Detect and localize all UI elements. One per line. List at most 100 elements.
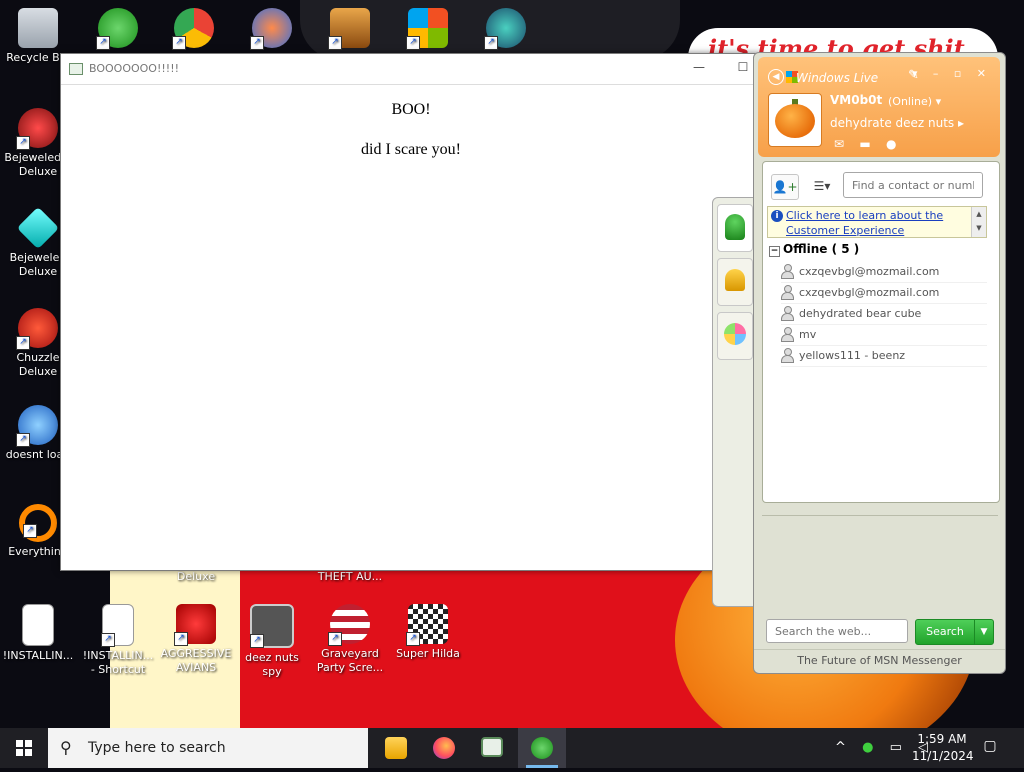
globe-icon[interactable]: ● xyxy=(886,137,896,151)
bird-icon: ↗ xyxy=(16,405,58,447)
start-button[interactable] xyxy=(0,728,48,768)
desktop-icon-character[interactable]: ↗ xyxy=(470,8,542,51)
desktop-icon-chrome[interactable]: ↗ xyxy=(158,8,230,51)
customer-experience-link[interactable]: Click here to learn about the Customer E… xyxy=(786,208,966,238)
personal-message-text: dehydrate deez nuts xyxy=(830,116,955,130)
boo-heading: BOO! xyxy=(391,101,431,118)
taskbar-clock[interactable]: 1:59 AM 11/1/2024 xyxy=(912,731,974,765)
network-icon[interactable]: ▭ xyxy=(890,740,908,755)
firefox-icon xyxy=(433,737,455,759)
desktop-icon-door[interactable]: ↗ xyxy=(314,8,386,51)
tab-spaces[interactable] xyxy=(717,312,753,360)
contact-item[interactable]: cxzqevbgl@mozmail.com xyxy=(781,283,987,304)
info-icon: i xyxy=(771,210,783,222)
diamond-icon xyxy=(16,206,60,250)
mail-icon[interactable]: ✉ xyxy=(834,137,844,151)
find-contact-input[interactable] xyxy=(843,172,983,198)
taskbar-search-box[interactable]: ⚲ Type here to search xyxy=(48,728,368,768)
personal-message[interactable]: dehydrate deez nuts ▸ xyxy=(830,116,964,130)
taskbar-file-explorer[interactable] xyxy=(372,728,420,768)
shortcut-arrow-icon: ↗ xyxy=(101,633,115,647)
messenger-tray-icon[interactable]: ● xyxy=(862,740,879,755)
offline-person-icon xyxy=(781,348,794,363)
shortcut-arrow-icon: ↗ xyxy=(172,36,186,50)
taskbar-firefox[interactable] xyxy=(420,728,468,768)
maximize-button[interactable]: ☐ xyxy=(733,60,753,78)
folder-icon[interactable]: ▬ xyxy=(859,137,870,151)
chevron-up-icon[interactable]: ^ xyxy=(835,740,852,755)
username[interactable]: VM0b0t xyxy=(830,93,882,107)
messenger-window[interactable]: ◀ Windows Live ✎ ▾ – ▫ ✕ VM0b0t (Online)… xyxy=(753,52,1006,674)
app-window-icon xyxy=(481,737,503,757)
chrome-icon: ↗ xyxy=(172,8,214,50)
clock-time: 1:59 AM xyxy=(917,732,967,746)
divider xyxy=(762,515,998,516)
desktop-icon-installing-shortcut[interactable]: ↗ !INSTALLIN... - Shortcut xyxy=(82,604,154,677)
contact-item[interactable]: yellows111 - beenz xyxy=(781,346,987,367)
tab-alerts[interactable] xyxy=(717,258,753,306)
character-icon: ↗ xyxy=(484,8,526,50)
window-titlebar[interactable]: BOOOOOOO!!!!! — ☐ xyxy=(61,54,761,85)
windows-logo-icon xyxy=(16,740,32,756)
view-options-button[interactable]: ☰▾ xyxy=(807,174,837,198)
status-selector[interactable]: (Online) ▾ xyxy=(888,95,941,108)
document-icon xyxy=(22,604,54,646)
magnifier-icon: ↗ xyxy=(19,504,57,542)
chuzzle-icon: ↗ xyxy=(16,308,58,350)
desktop-icon-label: Graveyard Party Scre... xyxy=(316,647,384,674)
tab-contacts[interactable] xyxy=(717,204,753,252)
contact-item[interactable]: cxzqevbgl@mozmail.com xyxy=(781,262,987,283)
contact-item[interactable]: dehydrated bear cube xyxy=(781,304,987,325)
desktop-icon-peggle[interactable]: ↗ xyxy=(236,8,308,51)
taskbar-app-window[interactable] xyxy=(468,728,516,768)
desktop-icon-label: !INSTALLIN... xyxy=(2,649,74,662)
pumpkin-avatar-icon xyxy=(775,104,815,138)
contact-name: yellows111 - beenz xyxy=(799,349,906,362)
shortcut-arrow-icon: ↗ xyxy=(23,524,37,538)
messenger-window-buttons[interactable]: ▾ – ▫ ✕ xyxy=(912,67,992,80)
display-picture[interactable] xyxy=(768,93,822,147)
windows-stack-icon: ↗ xyxy=(250,604,294,648)
boo-window[interactable]: BOOOOOOO!!!!! — ☐ BOO! did I scare you! xyxy=(60,53,762,571)
banner-scrollbar[interactable]: ▲ ▼ xyxy=(971,207,986,237)
shortcut-arrow-icon: ↗ xyxy=(96,36,110,50)
web-search-button[interactable]: Search xyxy=(915,619,975,645)
bejeweled-2-icon: ↗ xyxy=(16,108,58,150)
peggle-icon: ↗ xyxy=(250,8,292,50)
shortcut-arrow-icon: ↗ xyxy=(174,632,188,646)
offline-person-icon xyxy=(781,306,794,321)
desktop-icon-label: deez nuts spy xyxy=(245,651,299,678)
minimize-button[interactable]: — xyxy=(689,60,709,78)
folder-icon xyxy=(385,737,407,759)
collapse-icon[interactable]: − xyxy=(769,246,780,257)
search-dropdown-button[interactable]: ▼ xyxy=(974,619,994,645)
desktop-icon-label-deluxe: Deluxe xyxy=(160,570,232,584)
messenger-icon: ↗ xyxy=(96,8,138,50)
desktop-icon-label: Super Hilda xyxy=(396,647,460,660)
taskbar-messenger[interactable] xyxy=(518,728,566,768)
bell-icon xyxy=(725,269,745,291)
desktop-icon-installing[interactable]: !INSTALLIN... xyxy=(2,604,74,663)
back-icon[interactable]: ◀ xyxy=(768,69,784,85)
group-offline[interactable]: − Offline ( 5 ) xyxy=(769,242,859,257)
desktop-icon-messenger[interactable]: ↗ xyxy=(82,8,154,51)
voted-badge-icon: ↗ xyxy=(328,604,370,646)
desktop-icon-windows-shield[interactable]: ↗ xyxy=(392,8,464,51)
search-icon: ⚲ xyxy=(60,738,72,757)
desktop-icon-label: AGGRESSIVE AVIANS xyxy=(160,647,232,674)
contact-list-panel: 👤+ ☰▾ i Click here to learn about the Cu… xyxy=(762,161,1000,503)
contact-name: cxzqevbgl@mozmail.com xyxy=(799,265,940,278)
offline-person-icon xyxy=(781,327,794,342)
add-contact-button[interactable]: 👤+ xyxy=(771,174,799,200)
door-icon: ↗ xyxy=(328,8,370,50)
desktop-icon-super-hilda[interactable]: ↗ Super Hilda xyxy=(392,604,464,661)
shortcut-arrow-icon: ↗ xyxy=(406,632,420,646)
notification-icon[interactable]: ▢ xyxy=(980,738,1000,756)
web-search-input[interactable] xyxy=(766,619,908,643)
contact-item[interactable]: mv xyxy=(781,325,987,346)
desktop-icon-deez-nuts-spy[interactable]: ↗ deez nuts spy xyxy=(236,604,308,679)
desktop-icon-aggressive-avians[interactable]: ↗ AGGRESSIVE AVIANS xyxy=(160,604,232,675)
buddy-icon xyxy=(725,214,745,240)
list-options-icon: ☰▾ xyxy=(813,179,831,193)
desktop-icon-graveyard-party[interactable]: ↗ Graveyard Party Scre... xyxy=(314,604,386,675)
